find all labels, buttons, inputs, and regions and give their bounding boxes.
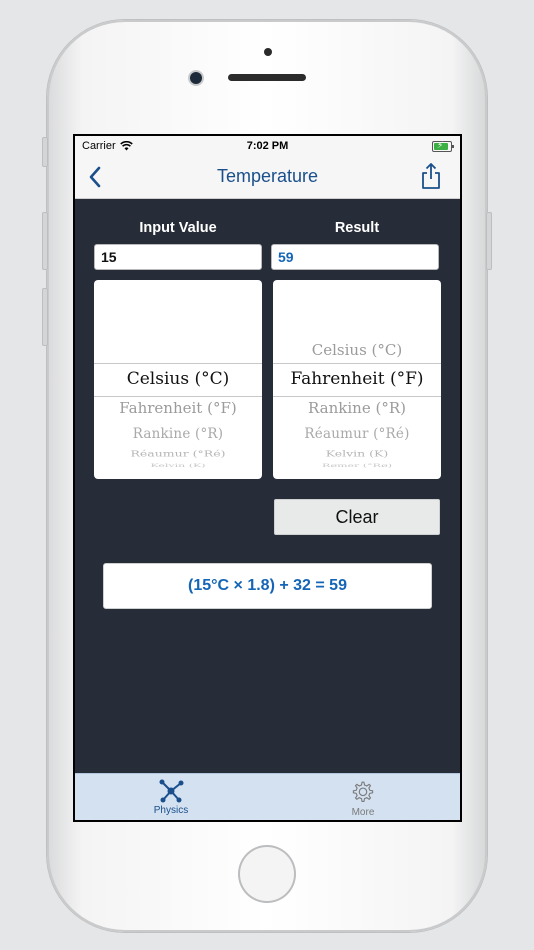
clear-button[interactable]: Clear	[274, 499, 440, 535]
input-value-field[interactable]: 15	[94, 244, 262, 270]
tab-bar: Physics More	[75, 773, 460, 820]
picker-option[interactable]: Fahrenheit (°F)	[94, 399, 262, 417]
picker-option[interactable]: Rømer (°Rø)	[273, 463, 441, 468]
picker-option[interactable]: Rankine (°R)	[273, 399, 441, 417]
picker-option[interactable]: Kelvin (K)	[273, 448, 441, 459]
navigation-bar: Temperature	[75, 156, 460, 199]
picker-option[interactable]: Kelvin (K)	[94, 463, 262, 468]
input-value-label: Input Value	[139, 220, 217, 236]
status-time: 7:02 PM	[246, 140, 289, 152]
power-button	[486, 212, 492, 270]
earpiece-speaker	[228, 74, 306, 81]
app-screen: Carrier 7:02 PM ⚡ Temperature Input Valu…	[75, 136, 460, 820]
screen: Carrier 7:02 PM ⚡ Temperature Input Valu…	[73, 134, 462, 822]
picker-option[interactable]: Réaumur (°Ré)	[94, 448, 262, 459]
to-unit-picker[interactable]: Celsius (°C) Fahrenheit (°F) Rankine (°R…	[273, 280, 441, 479]
gear-icon	[352, 781, 374, 802]
status-bar: Carrier 7:02 PM ⚡	[75, 136, 460, 156]
page-title: Temperature	[216, 166, 319, 186]
tab-more-label: More	[351, 807, 375, 818]
tab-physics-label: Physics	[153, 805, 189, 816]
result-field[interactable]: 59	[271, 244, 439, 270]
picker-selected-unit[interactable]: Fahrenheit (°F)	[273, 369, 441, 389]
proximity-sensor	[264, 48, 272, 56]
picker-option[interactable]: Celsius (°C)	[273, 341, 441, 359]
molecule-icon	[159, 779, 184, 803]
volume-up-button	[42, 212, 48, 270]
home-button[interactable]	[238, 845, 296, 903]
tab-more[interactable]: More	[267, 774, 459, 820]
volume-down-button	[42, 288, 48, 346]
from-unit-picker[interactable]: Celsius (°C) Fahrenheit (°F) Rankine (°R…	[94, 280, 262, 479]
battery-icon: ⚡	[432, 140, 454, 152]
tab-physics[interactable]: Physics	[75, 774, 267, 820]
picker-option[interactable]: Réaumur (°Ré)	[273, 426, 441, 442]
result-label: Result	[334, 220, 380, 236]
picker-option[interactable]: Rankine (°R)	[94, 426, 262, 442]
share-icon[interactable]	[420, 162, 442, 190]
mute-switch	[42, 137, 48, 167]
picker-selected-unit[interactable]: Celsius (°C)	[94, 369, 262, 389]
formula-display: (15°C × 1.8) + 32 = 59	[103, 563, 432, 609]
front-camera	[190, 72, 202, 84]
